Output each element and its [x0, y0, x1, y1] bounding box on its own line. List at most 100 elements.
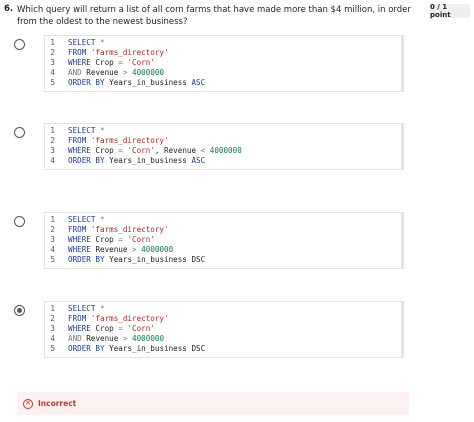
code-token: SELECT [68, 215, 96, 225]
x-circle-icon: ✕ [23, 398, 33, 409]
line-number: 3 [50, 145, 55, 155]
code-token: = [118, 234, 128, 244]
code-line: 3 WHERE Crop = 'Corn', Revenue < 4000000 [45, 146, 401, 156]
code-token: 'Corn' [127, 234, 155, 244]
code-token: < [200, 145, 210, 155]
code-line: 5 ORDER BY Years_in_business DSC [45, 343, 401, 353]
code-token: 'Corn' [127, 57, 155, 67]
points-badge: 0 / 1 point [430, 3, 470, 19]
line-number: 4 [50, 155, 55, 165]
code-token: ASC [191, 155, 206, 165]
code-token: = [118, 323, 128, 333]
code-token: AND [68, 333, 87, 343]
code-line: 4 AND Revenue > 4000000 [45, 333, 401, 343]
code-token: WHERE [68, 244, 96, 254]
code-block: 1 SELECT * 2 FROM 'farms_directory' 3 WHERE C… [44, 212, 404, 269]
code-line: 4 ORDER BY Years_in_business ASC [45, 155, 401, 165]
line-number: 1 [50, 215, 55, 225]
code-line: 4 AND Revenue > 4000000 [45, 67, 401, 77]
code-line: 2 FROM 'farms_directory' [45, 314, 401, 324]
radio-button[interactable] [14, 127, 25, 138]
code-token: ORDER BY [68, 77, 110, 87]
code-line: 2 FROM 'farms_directory' [45, 136, 401, 146]
code-token: SELECT [68, 304, 96, 314]
code-token: WHERE [68, 323, 96, 333]
line-number: 3 [50, 57, 55, 67]
line-number: 1 [50, 304, 55, 314]
code-token: > [122, 333, 133, 343]
code-token: Revenue [86, 333, 123, 343]
code-token: Revenue [95, 244, 133, 254]
question-text: Which query will return a list of all co… [17, 5, 411, 27]
code-token: > [132, 244, 142, 254]
code-token: > [122, 67, 133, 77]
radio-button[interactable] [14, 305, 25, 316]
code-token: = [118, 145, 128, 155]
line-number: 4 [50, 244, 55, 254]
line-number: 5 [50, 343, 55, 353]
line-number: 3 [50, 234, 55, 244]
code-token: 'Corn' [127, 145, 155, 155]
code-token: Years_in_business DSC [109, 254, 206, 264]
code-token: ORDER BY [68, 155, 110, 165]
code-token: WHERE [68, 234, 96, 244]
code-token: , Revenue [154, 145, 201, 155]
code-line: 2 FROM 'farms_directory' [45, 48, 401, 58]
code-line: 1 SELECT * [45, 126, 401, 136]
line-number: 2 [50, 48, 55, 58]
code-token: Revenue [86, 67, 123, 77]
code-block: 1 SELECT * 2 FROM 'farms_directory' 3 WHERE C… [44, 35, 404, 92]
code-token: ORDER BY [68, 254, 110, 264]
code-token: Crop [95, 145, 119, 155]
code-token: Years_in_business [109, 155, 192, 165]
line-number: 2 [50, 314, 55, 324]
code-token: 'farms_directory' [90, 136, 169, 146]
code-token: Years_in_business [109, 77, 192, 87]
code-token: 'farms_directory' [90, 48, 169, 58]
code-token: Crop [95, 234, 119, 244]
code-token: FROM [68, 225, 91, 235]
code-token: 'farms_directory' [90, 314, 169, 324]
code-token: 4000000 [132, 333, 165, 343]
feedback-incorrect: ✕ Incorrect [17, 392, 409, 415]
line-number: 3 [50, 323, 55, 333]
line-number: 5 [50, 77, 55, 87]
code-token: ASC [191, 77, 206, 87]
code-token: * [95, 126, 105, 136]
line-number: 1 [50, 38, 55, 48]
code-token: FROM [68, 136, 91, 146]
code-token: WHERE [68, 57, 96, 67]
code-line: 5 ORDER BY Years_in_business DSC [45, 254, 401, 264]
code-line: 1 SELECT * [45, 38, 401, 48]
code-line: 4 WHERE Revenue > 4000000 [45, 244, 401, 254]
code-token: Years_in_business DSC [109, 343, 206, 353]
code-line: 3 WHERE Crop = 'Corn' [45, 58, 401, 68]
code-token: * [95, 304, 105, 314]
code-token: 'Corn' [127, 323, 155, 333]
code-token: * [95, 215, 105, 225]
code-line: 5 ORDER BY Years_in_business ASC [45, 77, 401, 87]
code-token: 4000000 [132, 67, 165, 77]
line-number: 5 [50, 254, 55, 264]
line-number: 4 [50, 67, 55, 77]
code-line: 3 WHERE Crop = 'Corn' [45, 235, 401, 245]
code-token: AND [68, 67, 87, 77]
code-token: 4000000 [209, 145, 242, 155]
code-block: 1 SELECT * 2 FROM 'farms_directory' 3 WHERE C… [44, 301, 404, 358]
radio-button[interactable] [14, 216, 25, 227]
code-token: 'farms_directory' [90, 225, 169, 235]
code-token: WHERE [68, 145, 96, 155]
code-block: 1 SELECT * 2 FROM 'farms_directory' 3 WHERE C… [44, 123, 404, 171]
code-token: 4000000 [141, 244, 174, 254]
code-line: 1 SELECT * [45, 215, 401, 225]
radio-button[interactable] [14, 39, 25, 50]
line-number: 2 [50, 225, 55, 235]
code-token: SELECT [68, 38, 96, 48]
code-token: Crop [95, 323, 119, 333]
code-token: FROM [68, 314, 91, 324]
code-line: 2 FROM 'farms_directory' [45, 225, 401, 235]
code-token: Crop [95, 57, 119, 67]
line-number: 4 [50, 333, 55, 343]
code-token: = [118, 57, 128, 67]
feedback-label: Incorrect [38, 399, 77, 408]
